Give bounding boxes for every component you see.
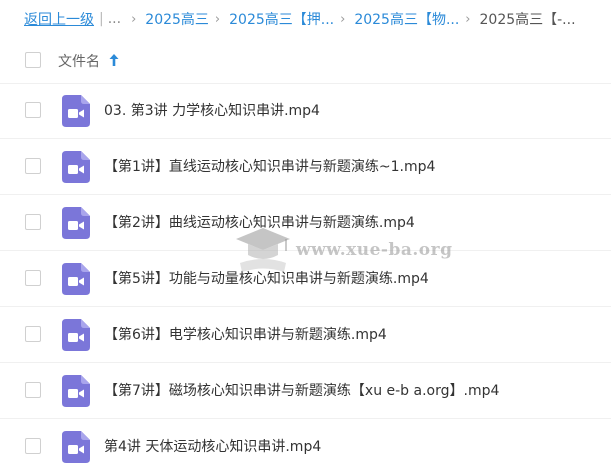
table-row[interactable]: 【第1讲】直线运动核心知识串讲与新题演练~1.mp4 bbox=[0, 139, 611, 195]
table-row[interactable]: 【第2讲】曲线运动核心知识串讲与新题演练.mp4 bbox=[0, 195, 611, 251]
video-file-icon bbox=[62, 95, 90, 127]
file-name[interactable]: 【第2讲】曲线运动核心知识串讲与新题演练.mp4 bbox=[104, 195, 415, 251]
file-browser: 返回上一级 | ... › 2025高三 › 2025高三【押... › 202… bbox=[0, 0, 611, 470]
breadcrumb-arrow-icon: › bbox=[131, 11, 137, 27]
file-name[interactable]: 【第1讲】直线运动核心知识串讲与新题演练~1.mp4 bbox=[104, 139, 435, 195]
row-checkbox[interactable] bbox=[25, 270, 41, 286]
table-header: 文件名 bbox=[0, 38, 611, 84]
sort-ascending-icon[interactable] bbox=[108, 52, 120, 68]
table-row[interactable]: 【第7讲】磁场核心知识串讲与新题演练【xu e-b a.org】.mp4 bbox=[0, 363, 611, 419]
breadcrumb-ellipsis[interactable]: ... bbox=[108, 11, 121, 27]
row-checkbox[interactable] bbox=[25, 438, 41, 454]
file-name[interactable]: 第4讲 天体运动核心知识串讲.mp4 bbox=[104, 419, 321, 470]
file-name[interactable]: 【第5讲】功能与动量核心知识串讲与新题演练.mp4 bbox=[104, 251, 429, 307]
breadcrumb-current: 2025高三【-... bbox=[479, 12, 576, 28]
breadcrumb-arrow-icon: › bbox=[465, 11, 471, 27]
table-row[interactable]: 03. 第3讲 力学核心知识串讲.mp4 bbox=[0, 83, 611, 139]
video-file-icon bbox=[62, 431, 90, 463]
video-file-icon bbox=[62, 207, 90, 239]
column-header-filename[interactable]: 文件名 bbox=[58, 51, 100, 71]
row-checkbox[interactable] bbox=[25, 158, 41, 174]
breadcrumb-divider: | bbox=[99, 11, 104, 27]
back-link[interactable]: 返回上一级 bbox=[24, 9, 94, 29]
breadcrumb: 返回上一级 | ... › 2025高三 › 2025高三【押... › 202… bbox=[0, 0, 611, 38]
breadcrumb-arrow-icon: › bbox=[214, 11, 221, 27]
video-file-icon bbox=[62, 263, 90, 295]
video-file-icon bbox=[62, 375, 90, 407]
file-name[interactable]: 【第6讲】电学核心知识串讲与新题演练.mp4 bbox=[104, 307, 387, 363]
breadcrumb-item[interactable]: 2025高三【物... bbox=[354, 9, 459, 29]
breadcrumb-arrow-icon: › bbox=[340, 11, 346, 27]
table-row[interactable]: 【第6讲】电学核心知识串讲与新题演练.mp4 bbox=[0, 307, 611, 363]
row-checkbox[interactable] bbox=[25, 382, 41, 398]
video-file-icon bbox=[62, 319, 90, 351]
table-row[interactable]: 第4讲 天体运动核心知识串讲.mp4 bbox=[0, 419, 611, 470]
row-checkbox[interactable] bbox=[25, 214, 41, 230]
row-checkbox[interactable] bbox=[25, 102, 41, 118]
table-row[interactable]: 【第5讲】功能与动量核心知识串讲与新题演练.mp4 bbox=[0, 251, 611, 307]
file-name[interactable]: 03. 第3讲 力学核心知识串讲.mp4 bbox=[104, 83, 320, 139]
breadcrumb-item[interactable]: 2025高三【押... bbox=[229, 9, 334, 29]
breadcrumb-item[interactable]: 2025高三 bbox=[145, 9, 209, 29]
select-all-checkbox[interactable] bbox=[25, 52, 41, 68]
video-file-icon bbox=[62, 151, 90, 183]
file-name[interactable]: 【第7讲】磁场核心知识串讲与新题演练【xu e-b a.org】.mp4 bbox=[104, 363, 499, 419]
file-list: 03. 第3讲 力学核心知识串讲.mp4 【第1讲】直线运动核心知识串讲与新题演… bbox=[0, 83, 611, 470]
row-checkbox[interactable] bbox=[25, 326, 41, 342]
